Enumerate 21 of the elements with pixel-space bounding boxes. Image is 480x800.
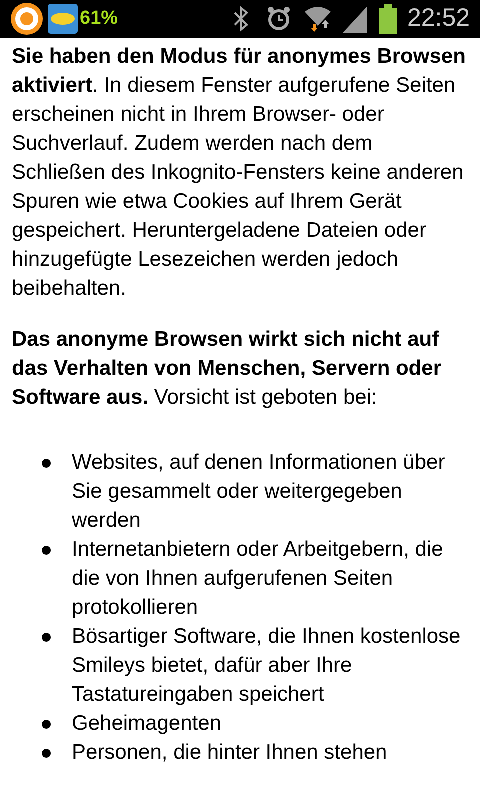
paragraph: Sie haben den Modus für anonymes Browsen aktiviert. In diesem Fenster aufgerufene Seiten erscheinen nicht in Ihrem Browser- oder Suchverlauf. Zudem werden nach dem Schließen des Inkognito-Fensters keine anderen Spuren wie etwa Cookies auf Ihrem Gerät gespeichert. Heruntergeladene Dateien oder hinzugefügte Lesezeichen werden jedoch beibehalten. [12,44,467,302]
bullet-icon [42,720,51,729]
bluetooth-icon [233,6,250,32]
paragraph: Das anonyme Browsen wirkt sich nicht auf das Verhalten von Menschen, Servern oder Software aus. Vorsicht ist geboten bei: [12,327,442,411]
bullet-icon [42,633,51,642]
bullet-icon [42,546,51,555]
messenger-icon [48,4,78,34]
wifi-icon [303,4,334,34]
list-item-text: Websites, auf denen Informationen über Sie gesammelt oder weitergegeben werden [72,450,446,534]
signal-icon [341,5,370,33]
percent-text: 61% [80,6,118,31]
clock-time: 22:52 [407,3,470,34]
alarm-clock-icon [267,6,292,32]
battery-icon [379,4,398,34]
bullet-icon [42,459,51,468]
list-item-text: Geheimagenten [72,711,222,737]
list-item-text: Personen, die hinter Ihnen stehen [72,740,388,766]
bullet-icon [42,749,51,758]
ring-app-icon [10,2,44,36]
list-item-text: Bösartiger Software, die Ihnen kostenlose Smileys bietet, dafür aber Ihre Tastatureingaben speichert [72,624,462,708]
list-item-text: Internetanbietern oder Arbeitgebern, die die von Ihnen aufgerufenen Seiten protokollieren [72,537,444,621]
